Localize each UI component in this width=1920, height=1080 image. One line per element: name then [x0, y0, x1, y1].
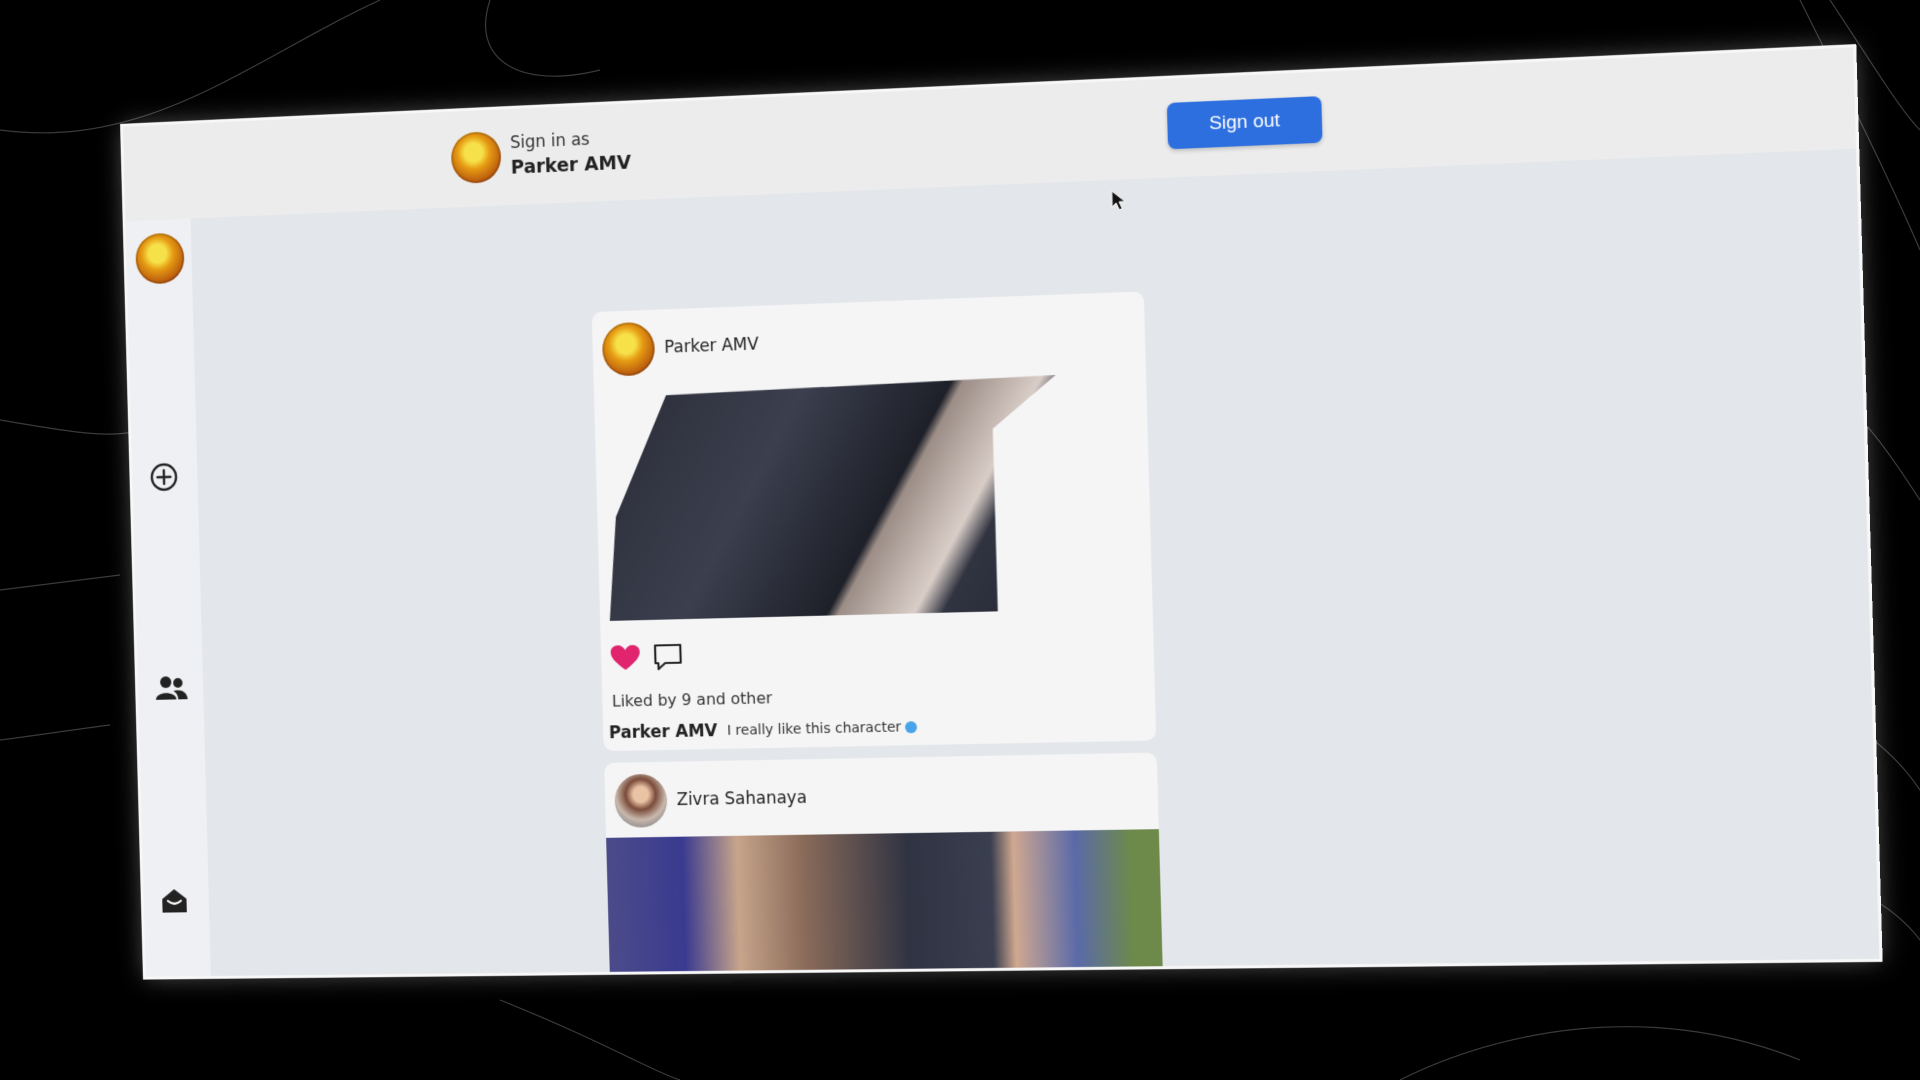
smile-emoji-icon: [904, 721, 918, 734]
post-header: Parker AMV: [601, 318, 760, 377]
post-caption: Parker AMV I really like this character: [609, 717, 918, 743]
user-avatar[interactable]: [450, 130, 502, 185]
signed-in-user: Sign in as Parker AMV: [450, 125, 632, 185]
caption-username[interactable]: Parker AMV: [609, 721, 718, 743]
mouse-cursor-icon: [1111, 189, 1128, 212]
app-window: Sign in as Parker AMV Sign out Parker AM…: [122, 47, 1880, 977]
heart-icon[interactable]: [610, 644, 641, 671]
sign-out-button[interactable]: Sign out: [1166, 96, 1323, 150]
inbox-icon[interactable]: [160, 887, 189, 914]
comment-icon[interactable]: [653, 643, 683, 671]
caption-text: I really like this character: [727, 719, 918, 739]
post-card: Parker AMV Liked by 9 and other Parker A…: [591, 291, 1157, 752]
feed: Parker AMV Liked by 9 and other Parker A…: [190, 148, 1880, 977]
sidebar-profile-avatar[interactable]: [135, 232, 185, 285]
post-image[interactable]: [606, 829, 1166, 977]
signed-in-username: Parker AMV: [510, 151, 632, 179]
post-author-avatar[interactable]: [601, 321, 656, 377]
add-circle-icon[interactable]: [149, 461, 180, 493]
signin-label: Sign in as: [509, 129, 590, 154]
likes-count[interactable]: Liked by 9 and other: [612, 688, 773, 710]
post-header: Zivra Sahanaya: [614, 771, 808, 828]
post-author-name[interactable]: Parker AMV: [664, 335, 759, 358]
post-card: Zivra Sahanaya: [604, 752, 1166, 977]
post-author-name[interactable]: Zivra Sahanaya: [676, 788, 807, 810]
post-image[interactable]: [604, 375, 1063, 621]
post-actions: [610, 643, 682, 672]
people-icon[interactable]: [154, 674, 188, 702]
post-author-avatar[interactable]: [614, 773, 668, 828]
